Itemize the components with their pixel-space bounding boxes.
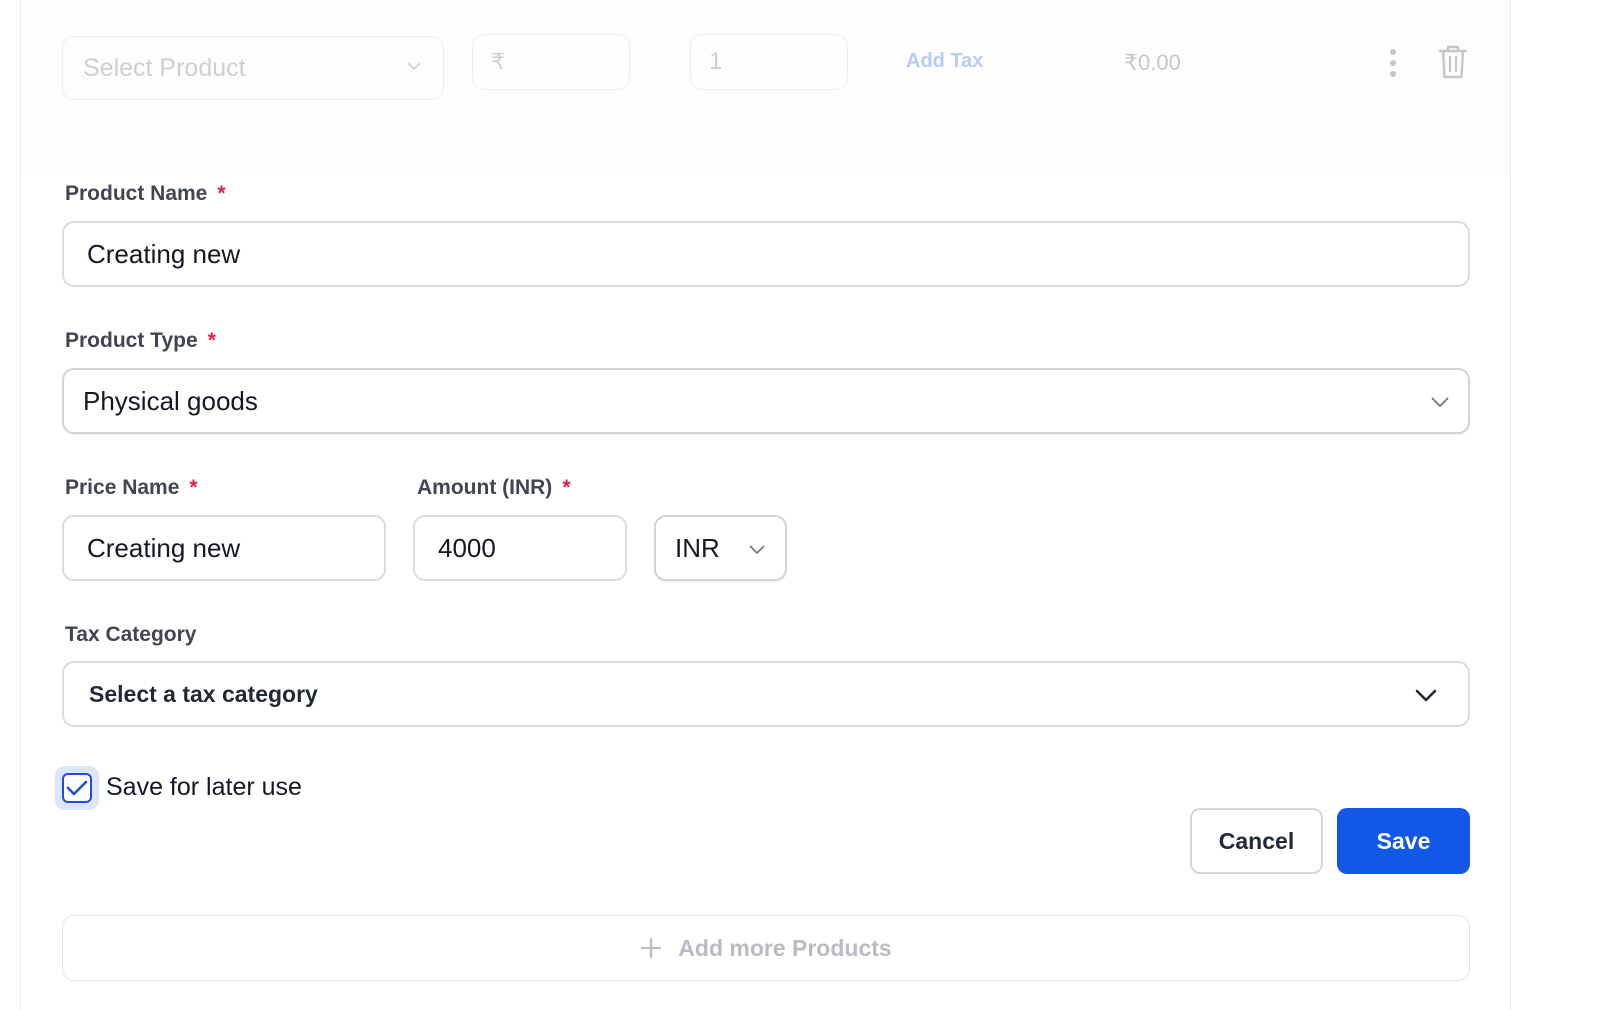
amount-input[interactable]: 4000 bbox=[413, 515, 627, 581]
required-asterisk: * bbox=[189, 476, 198, 499]
tax-category-placeholder: Select a tax category bbox=[89, 680, 318, 707]
price-name-value: Creating new bbox=[87, 532, 241, 563]
product-type-select[interactable]: Physical goods bbox=[62, 368, 1470, 434]
price-name-label-text: Price Name bbox=[65, 476, 180, 499]
plus-icon bbox=[641, 937, 662, 959]
panel-border-left bbox=[20, 0, 21, 1010]
required-asterisk: * bbox=[217, 182, 226, 205]
required-asterisk: * bbox=[562, 476, 571, 499]
add-more-products-button[interactable]: Add more Products bbox=[62, 915, 1470, 981]
product-type-value: Physical goods bbox=[83, 385, 258, 416]
product-name-value: Creating new bbox=[87, 238, 241, 269]
unit-price-input[interactable]: ₹ bbox=[472, 34, 630, 90]
chevron-down-icon bbox=[749, 545, 765, 555]
quantity-value: 1 bbox=[709, 48, 723, 75]
quantity-input[interactable]: 1 bbox=[690, 34, 848, 90]
rupee-symbol: ₹ bbox=[491, 49, 505, 74]
save-for-later-checkbox[interactable] bbox=[62, 773, 92, 803]
panel-border-right bbox=[1510, 0, 1511, 1010]
save-for-later-label[interactable]: Save for later use bbox=[106, 773, 302, 802]
more-options-icon[interactable] bbox=[1384, 46, 1402, 80]
amount-label-text: Amount (INR) bbox=[417, 476, 553, 499]
select-product-dropdown[interactable]: Select Product bbox=[62, 36, 444, 100]
product-name-label: Product Name * bbox=[65, 182, 226, 206]
line-item-total: ₹0.00 bbox=[1124, 50, 1181, 75]
tax-category-select[interactable]: Select a tax category bbox=[62, 661, 1470, 727]
product-type-label-text: Product Type bbox=[65, 329, 198, 352]
currency-value: INR bbox=[675, 532, 720, 563]
amount-label: Amount (INR) * bbox=[417, 476, 571, 500]
checkmark-icon bbox=[66, 780, 88, 796]
save-button[interactable]: Save bbox=[1337, 808, 1470, 874]
product-type-label: Product Type * bbox=[65, 329, 216, 353]
product-name-label-text: Product Name bbox=[65, 182, 208, 205]
currency-select[interactable]: INR bbox=[654, 515, 787, 581]
chevron-down-icon bbox=[1415, 689, 1437, 702]
price-name-label: Price Name * bbox=[65, 476, 198, 500]
trash-icon[interactable] bbox=[1438, 44, 1468, 80]
product-form-page: Select Product ₹ 1 Add Tax ₹0.00 Product… bbox=[0, 0, 1600, 1010]
add-tax-link[interactable]: Add Tax bbox=[906, 50, 983, 73]
tax-category-label: Tax Category bbox=[65, 623, 197, 647]
tax-category-label-text: Tax Category bbox=[65, 623, 197, 646]
cancel-button[interactable]: Cancel bbox=[1190, 808, 1323, 874]
select-product-placeholder: Select Product bbox=[83, 53, 246, 82]
amount-value: 4000 bbox=[438, 532, 496, 563]
chevron-down-icon bbox=[1431, 397, 1449, 408]
product-name-input[interactable]: Creating new bbox=[62, 221, 1470, 287]
price-name-input[interactable]: Creating new bbox=[62, 515, 386, 581]
chevron-down-icon bbox=[407, 62, 421, 71]
add-more-products-label: Add more Products bbox=[678, 934, 892, 961]
required-asterisk: * bbox=[207, 329, 216, 352]
